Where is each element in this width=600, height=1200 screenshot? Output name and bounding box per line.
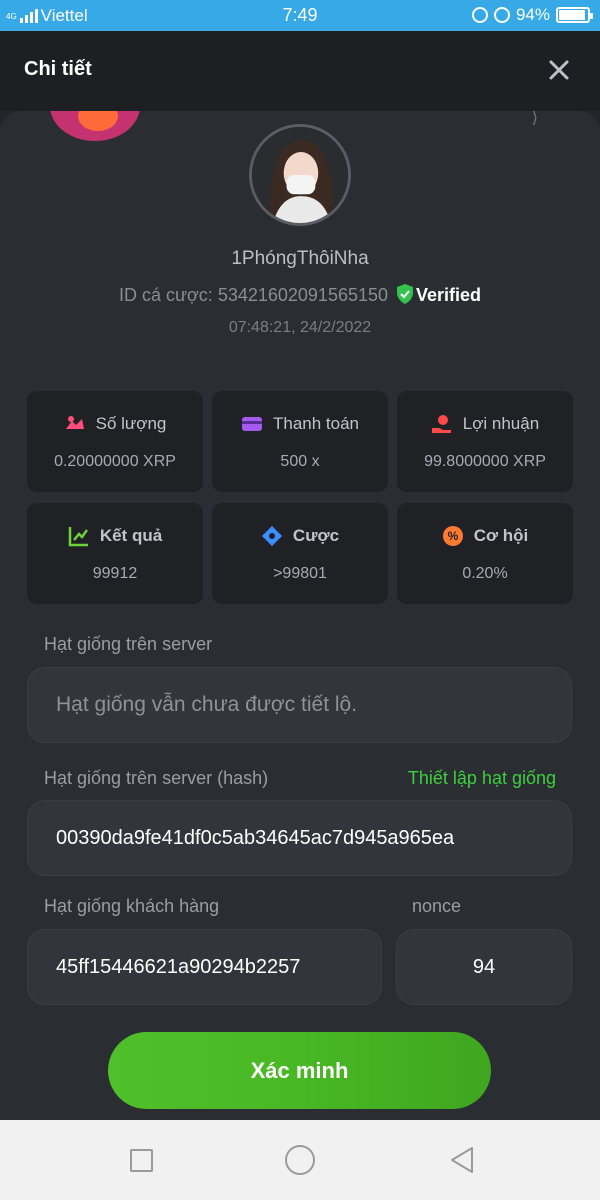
stat-amount: Số lượng 0.20000000 XRP: [27, 391, 203, 492]
username: 1PhóngThôiNha: [231, 248, 369, 269]
status-bar: 4G Viettel 7:49 94%: [0, 0, 600, 31]
card-icon: [241, 417, 262, 431]
alarm-icon: [493, 7, 510, 23]
verify-button[interactable]: Xác minh: [108, 1032, 491, 1109]
recent-apps-button[interactable]: [130, 1149, 153, 1172]
stat-value: 500 x: [280, 453, 320, 470]
rotation-lock-icon: [471, 7, 488, 23]
stat-value: 0.20%: [462, 565, 508, 582]
stat-label: Số lượng: [95, 414, 167, 433]
stat-value: 99.8000000 XRP: [424, 453, 546, 470]
server-seed-field[interactable]: Hạt giống vẫn chưa được tiết lộ.: [27, 667, 572, 743]
stat-profit: Lợi nhuận 99.8000000 XRP: [397, 391, 573, 492]
verified-shield-icon: [397, 284, 414, 304]
system-nav-bar: [0, 1120, 600, 1200]
status-right: 94%: [471, 5, 593, 25]
avatar-image: [252, 127, 348, 223]
stat-payout: Thanh toán 500 x: [212, 391, 388, 492]
close-icon[interactable]: [546, 57, 572, 83]
decorative-mark: ⟩: [531, 110, 538, 127]
stat-label: Thanh toán: [272, 414, 359, 433]
svg-text:%: %: [447, 529, 458, 543]
client-seed-field[interactable]: 45ff15446621a90294b2257: [27, 929, 382, 1005]
stat-value: >99801: [273, 565, 327, 582]
nonce-field[interactable]: 94: [396, 929, 572, 1005]
stat-label: Kết quả: [99, 526, 163, 545]
bet-timestamp: 07:48:21, 24/2/2022: [228, 319, 372, 336]
verified-label: Verified: [416, 285, 482, 305]
percent-icon: %: [442, 526, 463, 546]
stat-value: 99912: [92, 565, 138, 582]
battery-percent: 94%: [515, 5, 550, 24]
stat-label: Cơ hội: [473, 526, 529, 545]
bet-id: 53421602091565150: [217, 285, 389, 305]
bet-id-label: ID cá cược:: [118, 285, 213, 305]
battery-icon: [556, 7, 593, 23]
bet-tag-icon: [261, 526, 282, 546]
avatar: [249, 124, 351, 226]
stat-label: Cược: [292, 526, 340, 545]
header: Chi tiết: [0, 31, 600, 111]
server-seed-hash-label: Hạt giống trên server (hash): [44, 768, 269, 788]
coins-icon: [65, 416, 84, 429]
set-seed-link[interactable]: Thiết lập hạt giống: [408, 768, 556, 789]
page-title: Chi tiết: [24, 58, 92, 80]
bet-id-line: ID cá cược: 53421602091565150 Verified: [0, 284, 600, 306]
stat-bet: Cược >99801: [212, 503, 388, 604]
profit-hand-icon: [431, 415, 451, 433]
nonce-label: nonce: [412, 896, 462, 916]
stat-value: 0.20000000 XRP: [54, 453, 176, 470]
client-seed-label: Hạt giống khách hàng: [44, 896, 220, 916]
stat-result: Kết quả 99912: [27, 503, 203, 604]
result-chart-icon: [68, 527, 88, 547]
server-seed-label: Hạt giống trên server: [44, 634, 213, 654]
server-seed-hash-field[interactable]: 00390da9fe41df0c5ab34645ac7d945a965ea: [27, 800, 572, 876]
back-button[interactable]: [448, 1145, 476, 1175]
stat-chance: % Cơ hội 0.20%: [397, 503, 573, 604]
decorative-graphic: [50, 111, 140, 141]
home-button[interactable]: [285, 1145, 315, 1175]
stat-label: Lợi nhuận: [462, 414, 540, 433]
